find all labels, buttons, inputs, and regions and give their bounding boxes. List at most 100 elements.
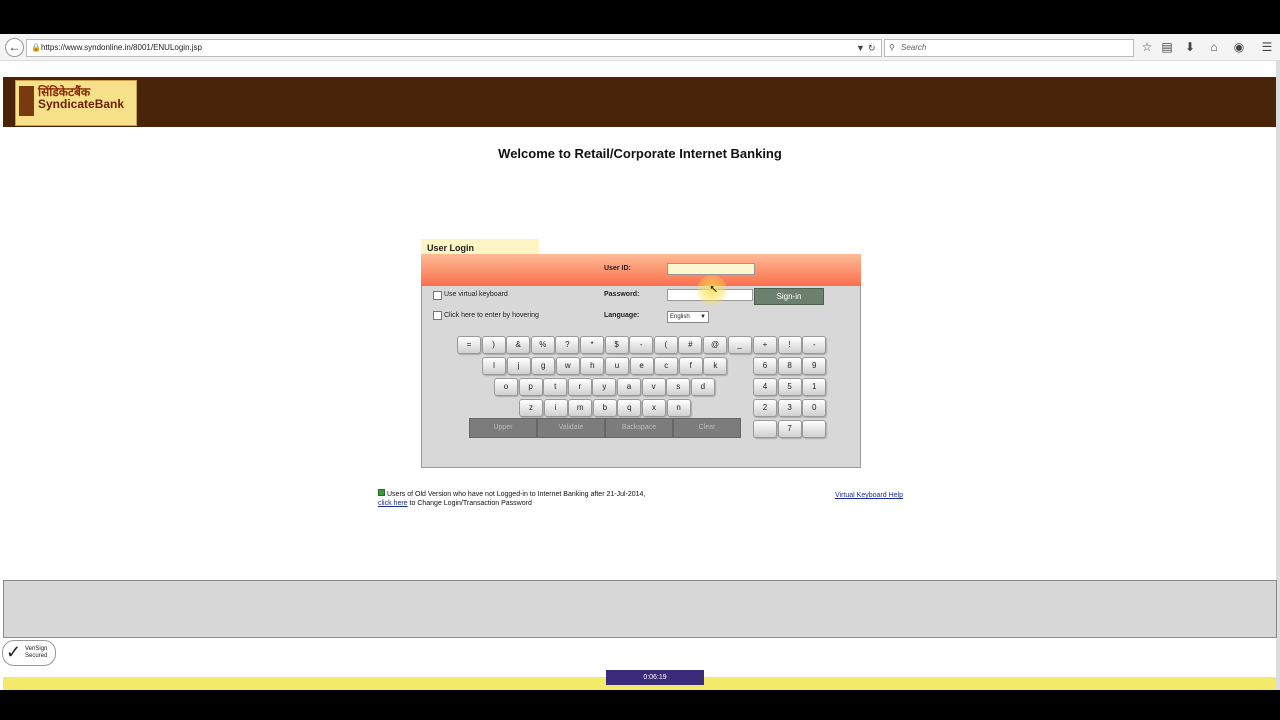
hover-entry-checkbox[interactable] xyxy=(433,311,442,320)
timer-text: 0:06:19 xyxy=(643,674,667,681)
numpad-key[interactable]: ! xyxy=(777,336,802,354)
keyboard-key[interactable]: * xyxy=(580,336,604,354)
keyboard-key[interactable]: i xyxy=(543,399,568,417)
keyboard-key[interactable]: @ xyxy=(703,336,727,354)
keyboard-key[interactable]: w xyxy=(555,357,580,375)
keyboard-key[interactable]: o xyxy=(494,378,518,396)
bank-logo: सिंडिकेटबैंक SyndicateBank xyxy=(15,80,137,126)
keyboard-key[interactable]: x xyxy=(642,399,666,417)
chat-icon[interactable]: ◉ xyxy=(1231,39,1247,55)
bullet-icon xyxy=(378,489,385,496)
keyboard-key[interactable]: - xyxy=(629,336,654,354)
keyboard-key[interactable]: q xyxy=(617,399,642,417)
numpad-key[interactable]: 4 xyxy=(753,378,777,396)
keyboard-key[interactable]: l xyxy=(482,357,506,375)
recording-timer: 0:06:19 xyxy=(606,670,704,685)
change-password-link[interactable]: click here xyxy=(378,500,408,507)
keyboard-key[interactable]: s xyxy=(666,378,691,396)
notice-text: Users of Old Version who have not Logged… xyxy=(387,491,646,498)
verisign-text: VeriSign Secured xyxy=(25,646,48,659)
security-warning-band xyxy=(3,580,1277,638)
keyboard-key[interactable]: a xyxy=(617,378,641,396)
password-label: Password: xyxy=(604,291,640,298)
verisign-badge[interactable]: ✓ VeriSign Secured xyxy=(2,640,56,666)
back-arrow-icon: ← xyxy=(8,40,21,54)
top-letterbox xyxy=(0,0,1280,34)
keyboard-key[interactable]: $ xyxy=(604,336,629,354)
virtual-keyboard-checkbox[interactable] xyxy=(433,291,442,300)
virtual-keyboard-label: Use virtual keyboard xyxy=(444,291,508,298)
keyboard-key[interactable]: r xyxy=(567,378,592,396)
user-id-label: User ID: xyxy=(604,265,631,272)
numpad-key[interactable]: 1 xyxy=(802,378,827,396)
keyboard-key[interactable]: c xyxy=(654,357,679,375)
keyboard-key[interactable]: n xyxy=(666,399,691,417)
user-id-input[interactable] xyxy=(667,263,755,275)
logo-brand-text: SyndicateBank xyxy=(38,97,125,111)
keyboard-function-key[interactable]: Clear xyxy=(673,418,741,438)
login-header-band xyxy=(421,254,861,288)
browser-toolbar: ← 🔒 https://www.syndonline.in/8001/ENULo… xyxy=(0,34,1280,61)
reading-list-icon[interactable]: ▤ xyxy=(1159,39,1175,55)
keyboard-key[interactable]: k xyxy=(703,357,728,375)
numpad-key[interactable]: 2 xyxy=(753,399,777,417)
address-bar[interactable]: 🔒 https://www.syndonline.in/8001/ENULogi… xyxy=(26,39,882,57)
keyboard-key[interactable]: _ xyxy=(727,336,752,354)
browser-window: ← 🔒 https://www.syndonline.in/8001/ENULo… xyxy=(0,34,1280,690)
keyboard-function-key[interactable]: Validate xyxy=(537,418,605,438)
page-title: Welcome to Retail/Corporate Internet Ban… xyxy=(498,146,782,161)
numpad-key[interactable] xyxy=(753,420,777,438)
keyboard-key[interactable]: = xyxy=(457,336,481,354)
dropdown-arrow-icon[interactable]: ▼ xyxy=(856,40,865,56)
numpad-key[interactable]: 5 xyxy=(777,378,802,396)
keyboard-key[interactable]: p xyxy=(518,378,543,396)
hover-entry-label: Click here to enter by hovering xyxy=(444,312,539,319)
numpad-key[interactable]: 3 xyxy=(777,399,802,417)
search-bar[interactable]: ⚲ Search xyxy=(884,39,1134,57)
keyboard-key[interactable]: f xyxy=(678,357,703,375)
keyboard-key[interactable]: e xyxy=(629,357,654,375)
numpad-key[interactable] xyxy=(802,420,827,438)
menu-icon[interactable]: ☰ xyxy=(1259,39,1275,55)
address-url: https://www.syndonline.in/8001/ENULogin.… xyxy=(41,43,202,52)
numpad-key[interactable]: 0 xyxy=(802,399,827,417)
search-icon: ⚲ xyxy=(889,43,895,52)
download-icon[interactable]: ⬇ xyxy=(1182,39,1198,55)
keyboard-key[interactable]: ? xyxy=(555,336,580,354)
keyboard-key[interactable]: g xyxy=(531,357,556,375)
keyboard-key[interactable]: % xyxy=(530,336,555,354)
bottom-letterbox xyxy=(0,690,1280,720)
keyboard-key[interactable]: u xyxy=(605,357,629,375)
home-icon[interactable]: ⌂ xyxy=(1206,39,1222,55)
language-select[interactable]: English ▼ xyxy=(667,311,709,323)
keyboard-key[interactable]: & xyxy=(506,336,531,354)
keyboard-key[interactable]: m xyxy=(568,399,593,417)
bookmark-star-icon[interactable]: ☆ xyxy=(1139,39,1155,55)
search-placeholder: Search xyxy=(901,43,927,52)
keyboard-key[interactable]: t xyxy=(543,378,568,396)
keyboard-key[interactable]: d xyxy=(690,378,715,396)
back-button[interactable]: ← xyxy=(5,38,24,57)
reload-icon[interactable]: ↻ xyxy=(868,40,876,56)
mouse-pointer-icon: ⭦ xyxy=(710,284,718,296)
keyboard-key[interactable]: v xyxy=(641,378,666,396)
keyboard-key[interactable]: ( xyxy=(653,336,678,354)
keyboard-key[interactable]: b xyxy=(592,399,617,417)
numpad-key[interactable]: 7 xyxy=(777,420,802,438)
keyboard-key[interactable]: j xyxy=(506,357,531,375)
keyboard-key[interactable]: h xyxy=(580,357,605,375)
keyboard-function-key[interactable]: Backspace xyxy=(605,418,673,438)
keyboard-key[interactable]: z xyxy=(519,399,543,417)
numpad-key[interactable]: 9 xyxy=(802,357,827,375)
numpad-key[interactable]: 8 xyxy=(777,357,802,375)
keyboard-key[interactable]: # xyxy=(678,336,703,354)
numpad-key[interactable]: - xyxy=(802,336,827,354)
keyboard-function-key[interactable]: Upper xyxy=(469,418,537,438)
numpad-key[interactable]: 6 xyxy=(753,357,777,375)
keyboard-key[interactable]: ) xyxy=(481,336,506,354)
sign-in-button[interactable]: Sign-in xyxy=(754,288,824,305)
old-version-notice: Users of Old Version who have not Logged… xyxy=(378,489,645,508)
numpad-key[interactable]: + xyxy=(753,336,777,354)
keyboard-key[interactable]: y xyxy=(592,378,617,396)
virtual-keyboard-help-link[interactable]: Virtual Keyboard Help xyxy=(835,492,903,499)
